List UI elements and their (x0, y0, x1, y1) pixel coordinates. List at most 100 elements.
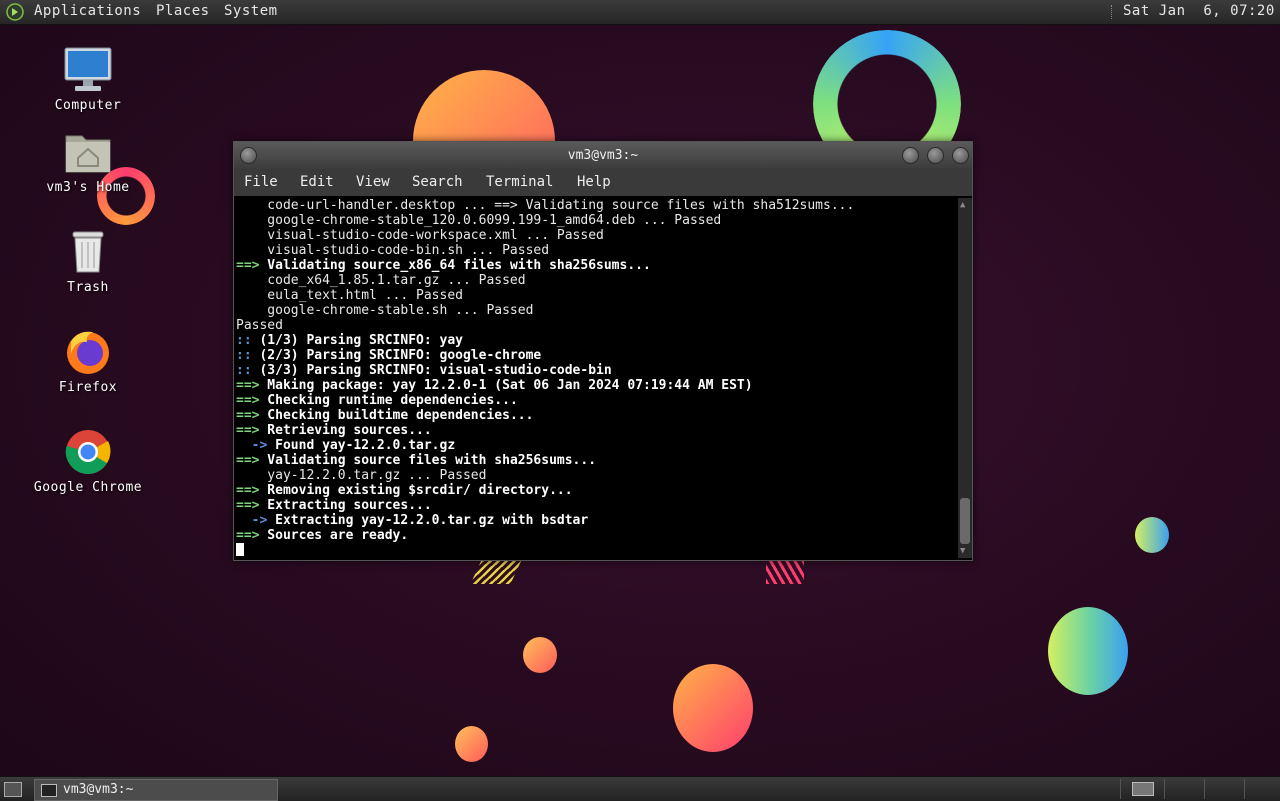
terminal-window[interactable]: vm3@vm3:~ File Edit View Search Terminal… (233, 141, 973, 561)
line-prefix: ==> (236, 453, 260, 468)
line-text: Extracting yay-12.2.0.tar.gz with bsdtar (267, 513, 589, 528)
window-titlebar[interactable]: vm3@vm3:~ (234, 142, 972, 169)
line-text: visual-studio-code-workspace.xml ... Pas… (236, 228, 604, 243)
terminal-line: google-chrome-stable.sh ... Passed (236, 303, 954, 318)
panel-separator (1111, 5, 1114, 19)
terminal-scrollbar[interactable]: ▲ ▼ (958, 198, 972, 558)
computer-icon (64, 47, 112, 91)
panel-separator (1120, 779, 1121, 799)
window-title: vm3@vm3:~ (567, 148, 639, 163)
line-text: Retrieving sources... (259, 423, 432, 438)
terminal-line: visual-studio-code-bin.sh ... Passed (236, 243, 954, 258)
terminal-line: :: (1/3) Parsing SRCINFO: yay (236, 333, 954, 348)
line-text: Checking buildtime dependencies... (259, 408, 534, 423)
terminal-line: ==> Retrieving sources... (236, 423, 954, 438)
desktop-icon-computer[interactable]: Computer (28, 46, 148, 113)
line-text: visual-studio-code-bin.sh ... Passed (236, 243, 550, 258)
firefox-icon (67, 331, 109, 374)
menu-places[interactable]: Places (156, 3, 210, 19)
terminal-output[interactable]: code-url-handler.desktop ... ==> Validat… (236, 198, 954, 558)
workspace-switcher[interactable] (1132, 782, 1154, 796)
scroll-down-icon[interactable]: ▼ (960, 546, 965, 556)
window-menu-button[interactable] (240, 147, 257, 164)
terminal-line: ==> Validating source files with sha256s… (236, 453, 954, 468)
terminal-line: google-chrome-stable_120.0.6099.199-1_am… (236, 213, 954, 228)
desktop-icon-firefox[interactable]: Firefox (28, 328, 148, 395)
wallpaper-streak (470, 560, 522, 584)
desktop-icon-label: vm3's Home (46, 180, 130, 195)
scrollbar-thumb[interactable] (960, 498, 970, 544)
terminal-line: ==> Sources are ready. (236, 528, 954, 543)
bottom-panel: vm3@vm3:~ (0, 776, 1280, 801)
wallpaper-bubble (455, 726, 488, 762)
line-text: Validating source files with sha256sums.… (259, 453, 597, 468)
desktop-icon-label: Computer (54, 98, 122, 113)
desktop-icon-home[interactable]: vm3's Home (28, 128, 148, 195)
menu-system[interactable]: System (224, 3, 278, 19)
chrome-icon (65, 430, 111, 474)
line-text: Found yay-12.2.0.tar.gz (267, 438, 456, 453)
menu-view[interactable]: View (356, 169, 390, 196)
desktop-icon-label: Firefox (58, 380, 118, 395)
menu-file[interactable]: File (244, 169, 278, 196)
close-button[interactable] (952, 147, 969, 164)
maximize-button[interactable] (927, 147, 944, 164)
home-folder-icon (65, 135, 111, 173)
line-prefix: ==> (236, 483, 260, 498)
terminal-line: Passed (236, 318, 954, 333)
line-text: eula_text.html ... Passed (236, 288, 463, 303)
panel-separator (1204, 779, 1205, 799)
line-text: google-chrome-stable.sh ... Passed (236, 303, 534, 318)
menu-help[interactable]: Help (577, 169, 611, 196)
desktop-icon-chrome[interactable]: Google Chrome (28, 428, 148, 495)
line-text: (1/3) Parsing SRCINFO: yay (251, 333, 463, 348)
taskbar-window-button[interactable]: vm3@vm3:~ (34, 779, 278, 801)
terminal-line: code-url-handler.desktop ... ==> Validat… (236, 198, 954, 213)
menu-applications[interactable]: Applications (34, 3, 141, 19)
line-prefix: ==> (236, 393, 260, 408)
terminal-line: -> Extracting yay-12.2.0.tar.gz with bsd… (236, 513, 954, 528)
panel-clock[interactable]: Sat Jan 6, 07:20 (1123, 3, 1275, 19)
line-prefix: :: (236, 333, 252, 348)
desktop-icon-label: Google Chrome (33, 480, 143, 495)
desktop-icon-trash[interactable]: Trash (28, 228, 148, 295)
line-text: Passed (236, 318, 283, 333)
line-text: Extracting sources... (259, 498, 432, 513)
menu-terminal[interactable]: Terminal (486, 169, 553, 196)
wallpaper-bubble (523, 637, 557, 673)
line-text: Validating source_x86_64 files with sha2… (259, 258, 651, 273)
wallpaper-bubble (1135, 517, 1169, 553)
line-text: Removing existing $srcdir/ directory... (259, 483, 573, 498)
terminal-line: ==> Checking buildtime dependencies... (236, 408, 954, 423)
line-prefix: -> (236, 513, 268, 528)
terminal-line: ==> Making package: yay 12.2.0-1 (Sat 06… (236, 378, 954, 393)
show-desktop-icon[interactable] (4, 782, 22, 797)
scroll-up-icon[interactable]: ▲ (960, 200, 965, 210)
line-prefix: :: (236, 363, 252, 378)
line-text: (3/3) Parsing SRCINFO: visual-studio-cod… (251, 363, 612, 378)
line-text: (2/3) Parsing SRCINFO: google-chrome (251, 348, 542, 363)
terminal-line: ==> Validating source_x86_64 files with … (236, 258, 954, 273)
line-prefix: :: (236, 348, 252, 363)
line-prefix: ==> (236, 423, 260, 438)
terminal-line: yay-12.2.0.tar.gz ... Passed (236, 468, 954, 483)
prompt-line[interactable] (236, 543, 954, 558)
minimize-button[interactable] (902, 147, 919, 164)
desktop-icon-label: Trash (67, 280, 109, 295)
line-text: Checking runtime dependencies... (259, 393, 518, 408)
panel-separator (1244, 779, 1245, 799)
line-text: code_x64_1.85.1.tar.gz ... Passed (236, 273, 526, 288)
line-text: yay-12.2.0.tar.gz ... Passed (236, 468, 487, 483)
terminal-line: visual-studio-code-workspace.xml ... Pas… (236, 228, 954, 243)
line-prefix: ==> (236, 498, 260, 513)
line-text: google-chrome-stable_120.0.6099.199-1_am… (236, 213, 722, 228)
wallpaper-streak (766, 560, 804, 584)
wallpaper-bubble (673, 664, 753, 752)
terminal-line: -> Found yay-12.2.0.tar.gz (236, 438, 954, 453)
terminal-line: :: (3/3) Parsing SRCINFO: visual-studio-… (236, 363, 954, 378)
distro-logo-icon[interactable] (6, 3, 24, 21)
trash-icon (72, 231, 104, 273)
text-cursor (236, 543, 244, 556)
menu-edit[interactable]: Edit (300, 169, 334, 196)
menu-search[interactable]: Search (412, 169, 463, 196)
